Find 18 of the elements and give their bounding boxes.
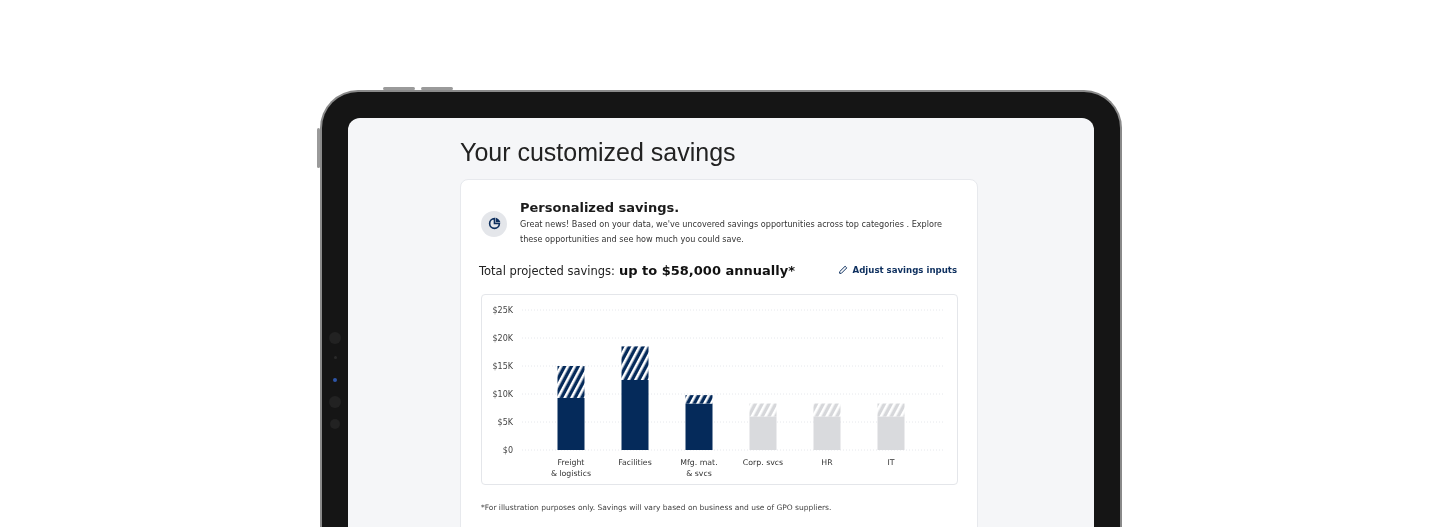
camera-dot <box>333 378 337 382</box>
page-title: Your customized savings <box>460 138 737 167</box>
axis-tick-label: $10K <box>492 390 513 399</box>
pie-chart-icon <box>481 210 507 237</box>
volume-key <box>421 87 453 90</box>
pencil-icon <box>837 265 848 275</box>
total-value: up to $58,000 annually* <box>618 263 795 278</box>
total-label: Total projected savings: <box>479 264 615 278</box>
axis-tick-label: $5K <box>497 418 513 427</box>
axis-tick-label: $0 <box>502 446 513 455</box>
axis-tick-label: $15K <box>492 362 513 371</box>
volume-key <box>383 87 415 90</box>
power-key <box>317 128 320 168</box>
axis-tick-label: $20K <box>492 334 513 343</box>
adjust-inputs-link[interactable]: Adjust savings inputs <box>837 265 957 275</box>
summary-text: Great news! Based on your data, we've uncovered savings opportunities across top categories . Explore these opportunities and see how much you could save. <box>520 218 944 246</box>
axis-tick-label: $25K <box>492 306 513 315</box>
summary-title: Personalized savings. <box>520 200 681 215</box>
